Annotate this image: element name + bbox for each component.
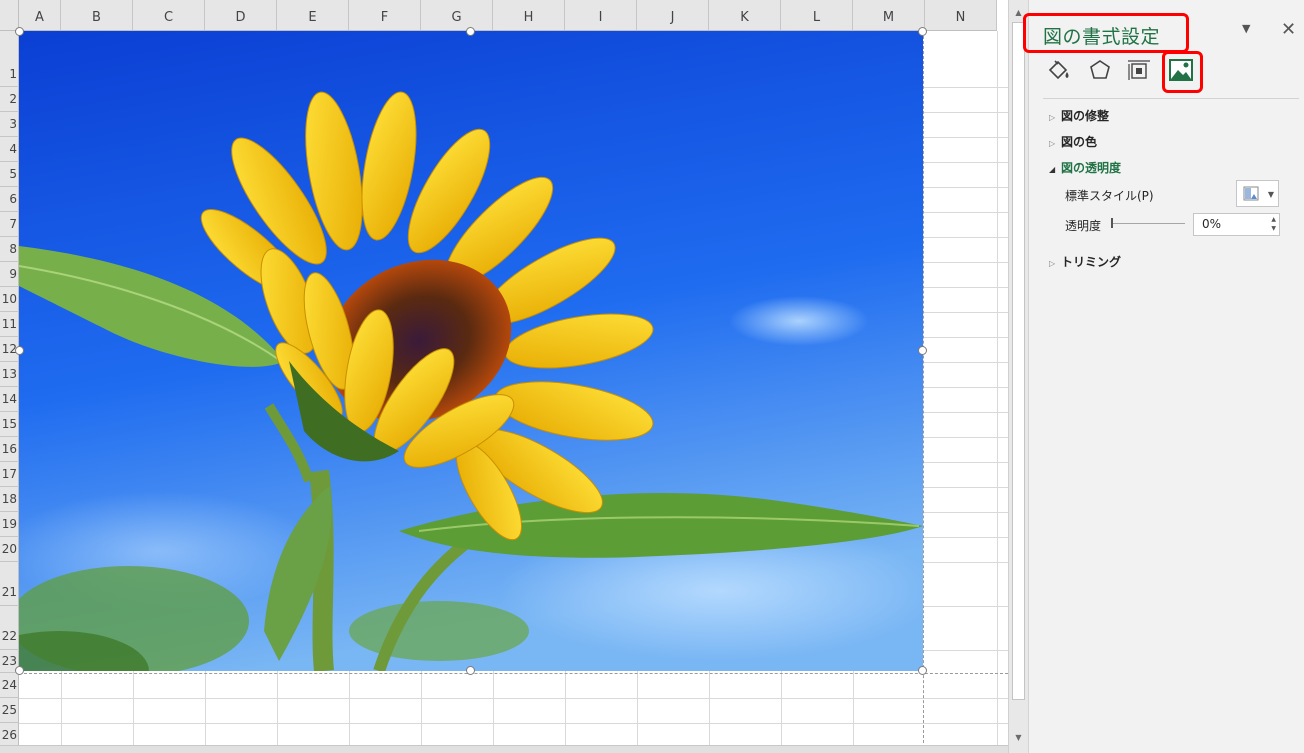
excel-window: A B C D E F G H I J K L M N 1 2 3 4 5 6 …	[0, 0, 1304, 753]
section-picture-transparency[interactable]: ◢ 図の透明度	[1049, 159, 1121, 176]
pane-title: 図の書式設定	[1043, 26, 1161, 48]
column-header-m[interactable]: M	[853, 0, 925, 31]
format-picture-pane: 図の書式設定 ▼ ✕ ▷ 図の修整 ▷ 図の色 ◢ 図の透明度 標準スタイル(P…	[1023, 0, 1304, 753]
column-header-j[interactable]: J	[637, 0, 709, 31]
section-picture-corrections[interactable]: ▷ 図の修整	[1049, 107, 1109, 124]
collapsed-triangle-icon: ▷	[1049, 113, 1056, 122]
chevron-down-icon: ▼	[1267, 190, 1274, 199]
gridline	[19, 698, 1008, 699]
row-header-10[interactable]: 10	[0, 287, 19, 312]
row-header-7[interactable]: 7	[0, 212, 19, 237]
column-header-a[interactable]: A	[19, 0, 61, 31]
resize-handle-top[interactable]	[466, 27, 475, 36]
column-header-g[interactable]: G	[421, 0, 493, 31]
row-header-11[interactable]: 11	[0, 312, 19, 337]
transparency-preset-dropdown[interactable]: ▼	[1236, 180, 1279, 207]
sunflower-picture[interactable]	[19, 31, 923, 671]
section-label: 図の透明度	[1061, 161, 1122, 175]
resize-handle-left[interactable]	[15, 346, 24, 355]
page-break-vertical	[923, 31, 924, 753]
column-header-e[interactable]: E	[277, 0, 349, 31]
worksheet-grid[interactable]: A B C D E F G H I J K L M N 1 2 3 4 5 6 …	[0, 0, 1008, 753]
sheet-tab-bar[interactable]	[0, 745, 1008, 753]
resize-handle-top-right[interactable]	[918, 27, 927, 36]
pane-options-dropdown-icon[interactable]: ▼	[1242, 22, 1250, 35]
page-break-horizontal	[19, 673, 1008, 674]
column-header-d[interactable]: D	[205, 0, 277, 31]
size-properties-icon[interactable]	[1126, 58, 1152, 82]
row-header-25[interactable]: 25	[0, 698, 19, 723]
row-header-20[interactable]: 20	[0, 537, 19, 562]
row-header-13[interactable]: 13	[0, 362, 19, 387]
column-header-n[interactable]: N	[925, 0, 997, 31]
divider	[1043, 98, 1299, 99]
scroll-thumb[interactable]	[1012, 22, 1025, 700]
column-header-b[interactable]: B	[61, 0, 133, 31]
column-header-k[interactable]: K	[709, 0, 781, 31]
row-header-8[interactable]: 8	[0, 237, 19, 262]
row-header-21[interactable]: 21	[0, 562, 19, 606]
column-header-h[interactable]: H	[493, 0, 565, 31]
row-header-9[interactable]: 9	[0, 262, 19, 287]
row-header-19[interactable]: 19	[0, 512, 19, 537]
fill-line-icon[interactable]	[1046, 58, 1072, 82]
section-crop[interactable]: ▷ トリミング	[1049, 253, 1121, 270]
resize-handle-bottom-right[interactable]	[918, 666, 927, 675]
row-header-18[interactable]: 18	[0, 487, 19, 512]
transparency-label: 透明度	[1065, 219, 1102, 233]
section-label: トリミング	[1061, 255, 1122, 269]
row-header-6[interactable]: 6	[0, 187, 19, 212]
row-header-3[interactable]: 3	[0, 112, 19, 137]
row-header-22[interactable]: 22	[0, 606, 19, 650]
column-header-i[interactable]: I	[565, 0, 637, 31]
column-header-f[interactable]: F	[349, 0, 421, 31]
row-header-14[interactable]: 14	[0, 387, 19, 412]
row-header-2[interactable]: 2	[0, 87, 19, 112]
gridline	[997, 31, 998, 753]
row-header-15[interactable]: 15	[0, 412, 19, 437]
section-label: 図の修整	[1061, 109, 1110, 123]
gridline	[19, 723, 1008, 724]
row-header-16[interactable]: 16	[0, 437, 19, 462]
section-label: 図の色	[1061, 135, 1098, 149]
resize-handle-top-left[interactable]	[15, 27, 24, 36]
transparency-value: 0%	[1202, 217, 1222, 231]
collapsed-triangle-icon: ▷	[1049, 259, 1056, 268]
transparency-slider-track[interactable]	[1112, 223, 1185, 224]
vertical-scrollbar[interactable]: ▲ ▼	[1008, 0, 1028, 753]
picture-tab-highlight-box	[1162, 51, 1203, 93]
effects-icon[interactable]	[1087, 58, 1113, 82]
preset-label: 標準スタイル(P)	[1065, 189, 1154, 203]
spin-arrows-icon[interactable]: ▲ ▼	[1271, 215, 1276, 233]
scroll-down-arrow-icon[interactable]: ▼	[1012, 731, 1025, 745]
sunflower-image	[19, 31, 923, 671]
row-header-24[interactable]: 24	[0, 673, 19, 698]
row-header-4[interactable]: 4	[0, 137, 19, 162]
close-icon[interactable]: ✕	[1281, 19, 1296, 40]
column-header-l[interactable]: L	[781, 0, 853, 31]
expanded-triangle-icon: ◢	[1049, 165, 1056, 174]
select-all-corner[interactable]	[0, 0, 19, 31]
resize-handle-right[interactable]	[918, 346, 927, 355]
row-header-1[interactable]: 1	[0, 31, 19, 87]
row-header-5[interactable]: 5	[0, 162, 19, 187]
collapsed-triangle-icon: ▷	[1049, 139, 1056, 148]
section-picture-color[interactable]: ▷ 図の色	[1049, 133, 1097, 150]
column-header-c[interactable]: C	[133, 0, 205, 31]
transparency-slider-thumb[interactable]	[1111, 218, 1113, 228]
preset-picture-icon	[1243, 186, 1259, 201]
row-header-17[interactable]: 17	[0, 462, 19, 487]
transparency-spin-input[interactable]: 0% ▲ ▼	[1193, 213, 1280, 236]
resize-handle-bottom[interactable]	[466, 666, 475, 675]
resize-handle-bottom-left[interactable]	[15, 666, 24, 675]
